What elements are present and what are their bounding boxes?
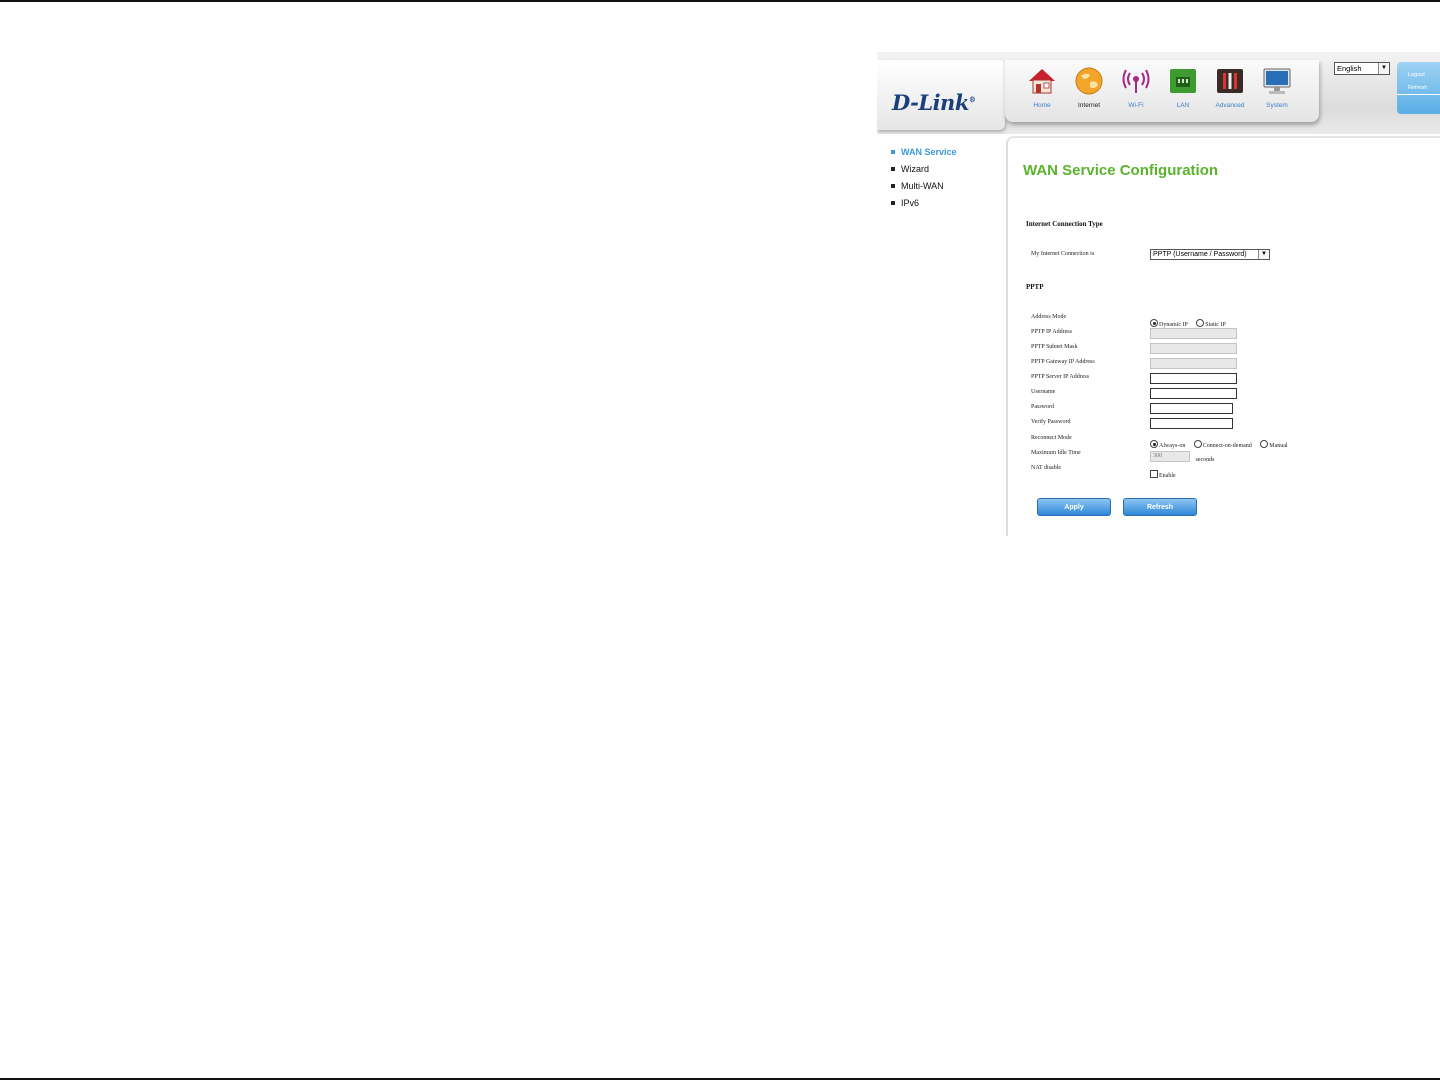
nav-home[interactable]: Home (1019, 66, 1065, 116)
pptp-mask-input[interactable] (1150, 343, 1237, 354)
radio-connect-on-demand[interactable] (1193, 440, 1202, 448)
globe-icon (1075, 67, 1103, 95)
pptp-ip-label: PPTP IP Address (1031, 329, 1072, 335)
address-mode-label: Address Mode (1031, 314, 1067, 320)
home-icon (1029, 69, 1055, 94)
username-label: Username (1031, 389, 1056, 395)
pptp-server-label: PPTP Server IP Address (1031, 374, 1090, 380)
pptp-gateway-input[interactable] (1150, 358, 1237, 369)
account-panel: Logout Refresh (1397, 62, 1440, 114)
wifi-icon (1122, 69, 1150, 93)
main-content: WAN Service Configuration Internet Conne… (1006, 136, 1440, 536)
header-bar: D-Link® Home Internet Wi-Fi LAN Advanced… (877, 52, 1440, 134)
language-select[interactable]: English ▼ (1334, 62, 1390, 75)
nav-advanced[interactable]: Advanced (1207, 66, 1253, 116)
pptp-ip-input[interactable] (1150, 328, 1237, 339)
lan-icon (1170, 69, 1196, 93)
pptp-mask-label: PPTP Subnet Mask (1031, 344, 1078, 350)
refresh-button[interactable]: Refresh (1123, 498, 1197, 516)
radio-manual[interactable] (1260, 440, 1269, 448)
page-title: WAN Service Configuration (1023, 162, 1219, 179)
username-input[interactable] (1150, 388, 1237, 399)
radio-dynamic-ip[interactable] (1150, 319, 1158, 327)
menu-item-ipv6[interactable]: IPv6 (891, 197, 957, 214)
bullet-icon (891, 184, 895, 188)
password-label: Password (1031, 404, 1055, 410)
verify-password-input[interactable] (1150, 418, 1233, 429)
nat-enable-checkbox[interactable] (1150, 470, 1158, 478)
logout-link[interactable]: Logout (1397, 72, 1440, 78)
password-input[interactable] (1150, 403, 1233, 414)
page-bottom-rule (0, 1078, 1440, 1080)
nat-disable-label: NAT disable (1031, 465, 1062, 471)
tools-icon (1217, 69, 1243, 93)
dlink-logo: D-Link® (892, 90, 976, 115)
pptp-server-input[interactable] (1150, 373, 1237, 384)
bullet-icon (891, 167, 895, 171)
verify-password-label: Verify Password (1031, 419, 1071, 425)
connection-type-label: My Internet Connection is (1031, 251, 1095, 257)
bullet-icon (891, 201, 895, 205)
bullet-icon (891, 150, 895, 154)
menu-item-wizard[interactable]: Wizard (891, 163, 957, 180)
menu-item-wan-service[interactable]: WAN Service (891, 146, 957, 163)
nat-disable-row: Enable (1150, 464, 1180, 482)
router-admin-screenshot: D-Link® Home Internet Wi-Fi LAN Advanced… (877, 52, 1440, 536)
connection-type-select[interactable]: PPTP (Username / Password) ▼ (1150, 249, 1270, 260)
internet-submenu: WAN Service Wizard Multi-WAN IPv6 (891, 146, 957, 214)
top-nav: Home Internet Wi-Fi LAN Advanced System (1005, 60, 1319, 122)
nav-internet[interactable]: Internet (1066, 66, 1112, 116)
apply-button[interactable]: Apply (1037, 498, 1111, 516)
monitor-icon (1263, 68, 1291, 94)
page-top-rule (0, 0, 1440, 2)
chevron-down-icon: ▼ (1378, 63, 1389, 74)
reconnect-mode-label: Reconnect Mode (1031, 435, 1072, 441)
nav-lan[interactable]: LAN (1160, 66, 1206, 116)
menu-item-multi-wan[interactable]: Multi-WAN (891, 180, 957, 197)
section-heading-pptp: PPTP (1026, 283, 1044, 291)
section-heading-connection-type: Internet Connection Type (1026, 220, 1103, 228)
chevron-down-icon: ▼ (1258, 250, 1269, 259)
refresh-link[interactable]: Refresh (1397, 85, 1440, 95)
radio-static-ip[interactable] (1196, 319, 1205, 327)
radio-always-on[interactable] (1150, 440, 1158, 448)
max-idle-input[interactable]: 300 (1150, 451, 1190, 463)
pptp-gateway-label: PPTP Gateway IP Address (1031, 359, 1095, 365)
logo-panel: D-Link® (877, 60, 1005, 130)
max-idle-label: Maximum Idle Time (1031, 450, 1081, 456)
nav-wifi[interactable]: Wi-Fi (1113, 66, 1159, 116)
nav-system[interactable]: System (1254, 66, 1300, 116)
